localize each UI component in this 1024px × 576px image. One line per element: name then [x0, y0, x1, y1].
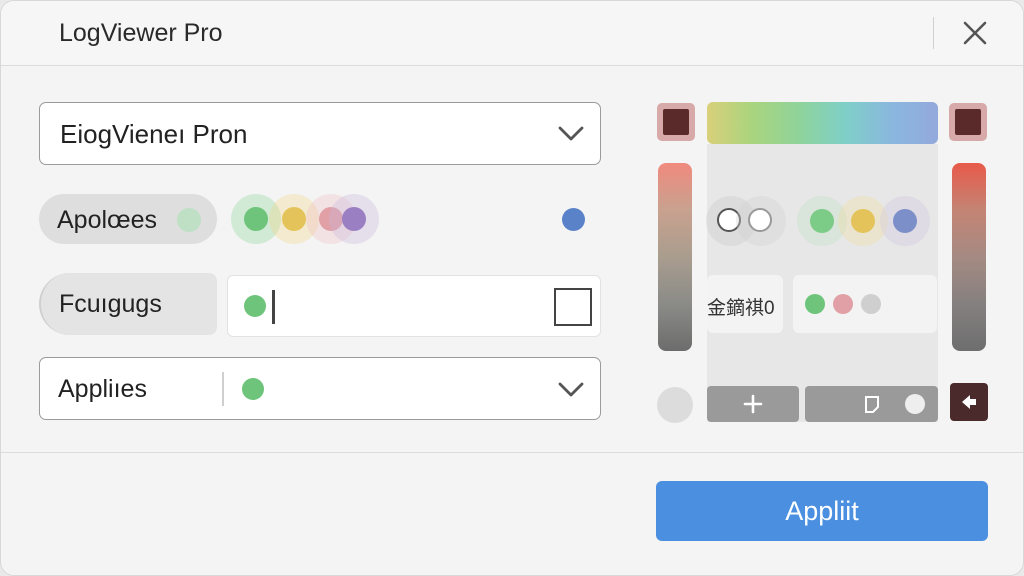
yellow-swatch[interactable] [851, 209, 875, 233]
empty-swatch[interactable] [657, 387, 693, 423]
hue-bar[interactable] [707, 102, 938, 144]
green-swatch[interactable] [810, 209, 834, 233]
recent-grey-swatch[interactable] [861, 294, 881, 314]
input-color-dot [244, 295, 266, 317]
recent-pink-swatch[interactable] [833, 294, 853, 314]
close-button[interactable] [953, 13, 997, 53]
mini-label-card: 金鏑祺0 [707, 275, 783, 333]
title-separator [933, 17, 934, 49]
applies-select-value: Appliıes [58, 375, 147, 403]
right-value-slider[interactable] [952, 163, 986, 351]
recent-colors-card [793, 275, 937, 333]
dialog: LogViewer Pro EiogVieneı Pron Apolœes Fc… [0, 0, 1024, 576]
category-pill[interactable]: Apolœes [39, 194, 217, 244]
filter-pill[interactable]: Fcuıgugs [39, 273, 217, 335]
category-pill-label: Apolœes [57, 206, 158, 234]
chevron-down-icon [556, 123, 586, 143]
chevron-down-icon [556, 379, 586, 399]
profile-select[interactable]: EiogVieneı Pron [39, 102, 601, 165]
filter-pill-label: Fcuıgugs [59, 290, 162, 318]
eyedropper-button[interactable] [950, 383, 988, 421]
filter-checkbox[interactable] [554, 288, 592, 326]
window-title: LogViewer Pro [59, 19, 223, 47]
text-caret [272, 290, 275, 324]
white-ring-swatch[interactable] [748, 208, 772, 232]
filter-input[interactable] [227, 275, 601, 337]
yellow-swatch[interactable] [282, 207, 306, 231]
profile-select-value: EiogVieneı Pron [60, 119, 248, 149]
apply-button[interactable]: Appliit [656, 481, 988, 541]
copy-icon [864, 396, 879, 413]
recent-green-swatch[interactable] [805, 294, 825, 314]
green-swatch[interactable] [244, 207, 268, 231]
copy-color-button[interactable] [805, 386, 938, 422]
mini-label: 金鏑祺0 [707, 298, 775, 319]
applies-select[interactable]: Appliıes [39, 357, 601, 420]
color-swatch-right[interactable] [949, 103, 987, 141]
purple-swatch[interactable] [342, 207, 366, 231]
add-color-button[interactable] [707, 386, 799, 422]
color-swatch-left[interactable] [657, 103, 695, 141]
blue-swatch[interactable] [893, 209, 917, 233]
arrow-icon [962, 395, 976, 409]
applies-color-dot [242, 378, 264, 400]
swatch-fill [955, 109, 981, 135]
swatch-fill [663, 109, 689, 135]
plus-icon [743, 394, 763, 414]
pill-color-dot [177, 208, 201, 232]
applies-separator [222, 372, 224, 406]
copy-status-dot [905, 394, 925, 414]
footer-divider [1, 452, 1023, 453]
title-bar: LogViewer Pro [1, 1, 1023, 66]
blue-swatch[interactable] [562, 208, 585, 231]
left-value-slider[interactable] [658, 163, 692, 351]
close-icon [963, 21, 987, 45]
